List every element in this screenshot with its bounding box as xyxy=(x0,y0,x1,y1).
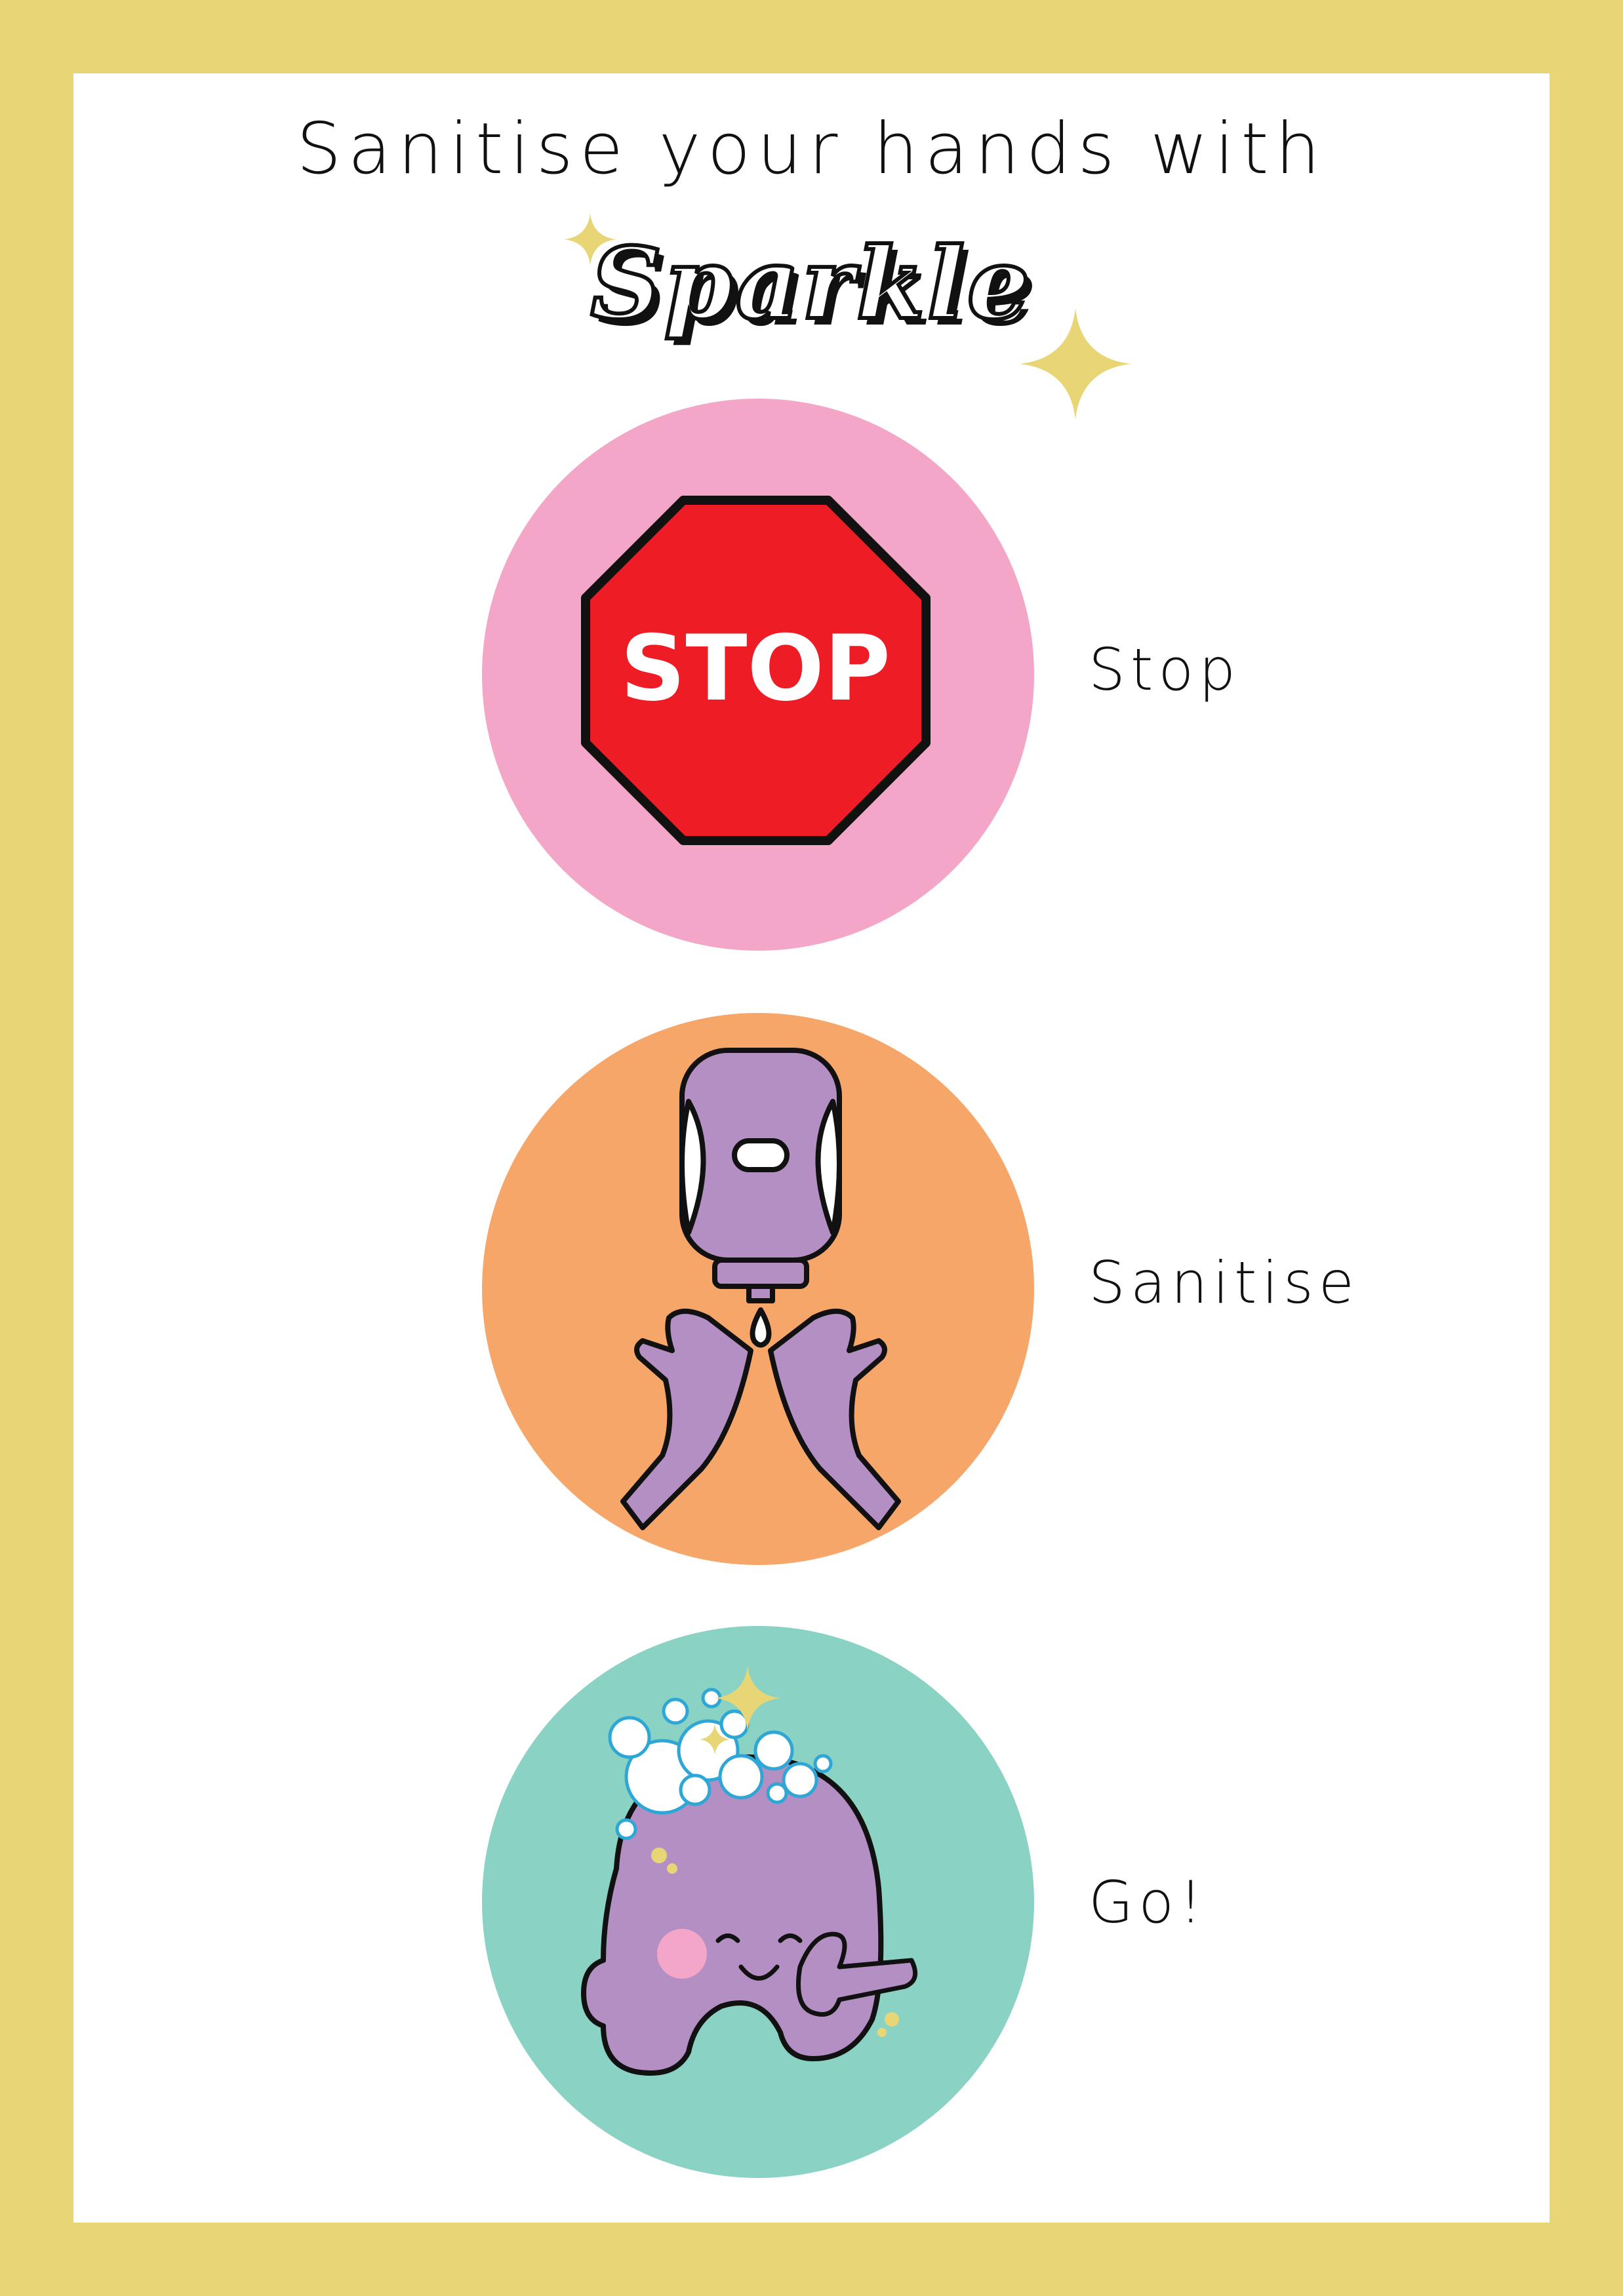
step-label-stop: Stop xyxy=(1089,636,1241,703)
stop-sign-text: STOP xyxy=(620,616,891,721)
step-label-go: Go! xyxy=(1089,1869,1208,1936)
step-label-sanitise: Sanitise xyxy=(1089,1249,1359,1316)
brand-logo: Sparkle xyxy=(589,224,1033,344)
sparkle-icon xyxy=(1020,308,1131,420)
poster: Sanitise your hands with Sparkle STOP St… xyxy=(0,0,1623,2296)
stop-sign-icon: STOP xyxy=(581,496,931,845)
sanitiser-dispenser-hands-icon xyxy=(620,1048,901,1530)
headline: Sanitise your hands with xyxy=(296,108,1327,190)
smiling-character-thumbs-up-icon xyxy=(581,1665,918,2076)
